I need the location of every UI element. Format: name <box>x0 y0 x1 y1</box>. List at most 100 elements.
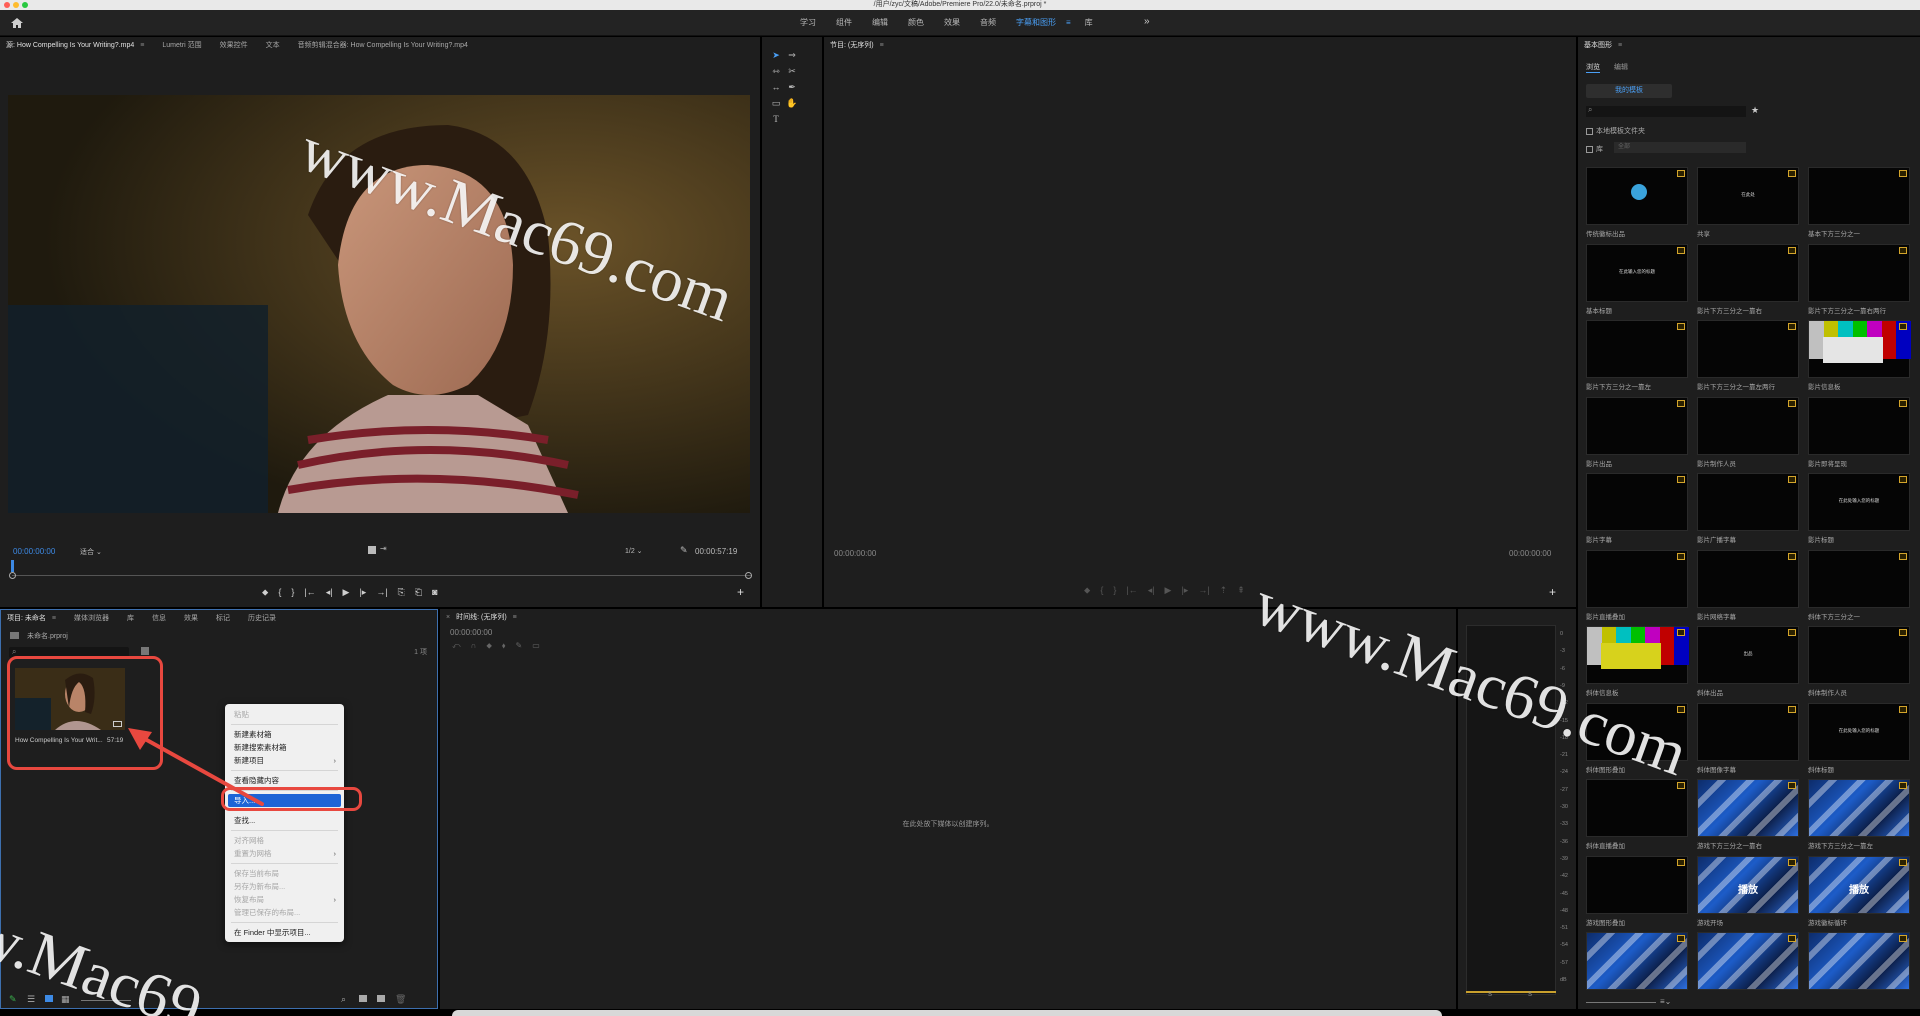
freeform-view-icon[interactable]: ▦ <box>61 994 70 1005</box>
template-thumbnail[interactable] <box>1697 779 1799 837</box>
template-thumbnail[interactable] <box>1697 243 1799 302</box>
panel-tab[interactable]: 效果控件 <box>220 40 248 50</box>
template-search-input[interactable]: ⌕ <box>1586 105 1746 117</box>
panel-tab[interactable]: 音频剪辑混合器: How Compelling Is Your Writing?… <box>298 40 468 50</box>
workspace-tab[interactable]: 学习 <box>790 10 826 36</box>
program-panel-menu-icon[interactable]: ≡ <box>880 42 884 49</box>
program-marker-button[interactable]: ⬥ <box>1084 585 1090 596</box>
graphics-panel-menu-icon[interactable]: ≡ <box>1618 42 1622 49</box>
captions-icon[interactable]: ▭ <box>532 641 540 651</box>
timeline-menu-icon[interactable]: ≡ <box>513 614 517 621</box>
panel-tab[interactable]: Lumetri 范围 <box>162 40 201 50</box>
dock[interactable] <box>452 1010 1442 1016</box>
icon-view-icon[interactable] <box>45 995 53 1002</box>
template-thumbnail[interactable] <box>1808 779 1910 837</box>
context-menu-item[interactable]: 在 Finder 中显示项目... <box>225 926 344 939</box>
template-thumbnail[interactable]: 播放 <box>1808 855 1910 914</box>
source-timecode-in[interactable]: 00:00:00:00 <box>13 547 55 556</box>
settings-icon[interactable] <box>368 546 376 554</box>
workspace-tab[interactable]: 字幕和图形 <box>1006 10 1066 36</box>
edit-tab[interactable]: 编辑 <box>1614 62 1628 73</box>
razor-tool-icon[interactable]: ✂ <box>786 65 798 77</box>
template-thumbnail[interactable] <box>1697 549 1799 608</box>
library-checkbox-row[interactable]: 库 <box>1586 144 1603 154</box>
template-thumbnail[interactable] <box>1586 167 1688 225</box>
template-thumbnail[interactable] <box>1808 626 1910 684</box>
panel-tab[interactable]: 效果 <box>184 613 198 623</box>
workspace-tab[interactable]: 编辑 <box>862 10 898 36</box>
timeline-wrench-icon[interactable]: ✎ <box>516 641 523 651</box>
mark-out-button[interactable]: } <box>291 587 294 598</box>
my-templates-tab[interactable]: 我的模板 <box>1586 84 1672 98</box>
source-scrubber[interactable] <box>12 575 752 576</box>
scrub-handle-left[interactable] <box>9 572 16 579</box>
meter-solo-right[interactable]: S <box>1528 992 1532 998</box>
program-add-button[interactable]: + <box>1549 585 1556 599</box>
zoom-slider[interactable] <box>81 1000 131 1001</box>
favorite-star-icon[interactable]: ★ <box>1751 105 1759 116</box>
step-back-button[interactable]: ◂| <box>326 587 333 598</box>
workspace-tab[interactable]: 颜色 <box>898 10 934 36</box>
template-thumbnail[interactable] <box>1808 932 1910 990</box>
type-tool-icon[interactable]: T <box>770 113 782 125</box>
playhead[interactable] <box>11 560 14 572</box>
panel-tab[interactable]: 库 <box>127 613 134 623</box>
workspace-tab[interactable]: 组件 <box>826 10 862 36</box>
go-to-in-button[interactable]: |← <box>304 587 315 598</box>
graphics-panel-title[interactable]: 基本图形 <box>1584 40 1612 50</box>
browse-tab[interactable]: 浏览 <box>1586 62 1600 73</box>
program-go-in-button[interactable]: |← <box>1126 585 1137 596</box>
program-step-forward-button[interactable]: |▸ <box>1181 585 1188 596</box>
local-folder-checkbox[interactable] <box>1586 127 1593 135</box>
template-thumbnail[interactable] <box>1697 702 1799 761</box>
template-thumbnail[interactable]: 出品 <box>1697 626 1799 684</box>
template-thumbnail[interactable] <box>1808 243 1910 302</box>
panel-tab[interactable]: 媒体浏览器 <box>74 613 109 623</box>
insert-icon[interactable]: ⇥ <box>380 544 387 553</box>
snap-icon[interactable]: ⤺ <box>452 641 461 651</box>
template-thumbnail[interactable] <box>1697 396 1799 455</box>
thumbnail-size-slider[interactable] <box>1586 1002 1656 1003</box>
ripple-edit-tool-icon[interactable]: ⇿ <box>770 65 782 77</box>
template-thumbnail[interactable]: 在此输入您的标题 <box>1586 243 1688 302</box>
template-thumbnail[interactable] <box>1586 396 1688 455</box>
program-tab-title[interactable]: 节目: (无序列) <box>830 40 874 50</box>
timeline-display-icon[interactable]: ⬧ <box>502 641 506 651</box>
timeline-close-icon[interactable]: × <box>446 614 450 621</box>
zoom-window-button[interactable] <box>22 2 28 8</box>
template-thumbnail[interactable] <box>1586 779 1688 837</box>
panel-tab[interactable]: 信息 <box>152 613 166 623</box>
play-button[interactable]: ▶ <box>343 587 350 598</box>
panel-tab[interactable]: 标记 <box>216 613 230 623</box>
template-thumbnail[interactable] <box>1808 167 1910 225</box>
library-select[interactable]: 全部 <box>1614 142 1746 153</box>
library-checkbox[interactable] <box>1586 145 1593 153</box>
template-thumbnail[interactable]: 在此处输入您的标题 <box>1808 702 1910 761</box>
extract-button[interactable]: ⇞ <box>1237 585 1245 596</box>
hand-tool-icon[interactable]: ✋ <box>786 97 798 109</box>
template-thumbnail[interactable] <box>1586 932 1688 990</box>
program-step-back-button[interactable]: ◂| <box>1148 585 1155 596</box>
mark-in-button[interactable]: { <box>278 587 281 598</box>
close-window-button[interactable] <box>4 2 10 8</box>
new-item-icon[interactable] <box>377 995 385 1002</box>
program-go-out-button[interactable]: →| <box>1198 585 1209 596</box>
program-timecode-in[interactable]: 00:00:00:00 <box>834 549 876 558</box>
program-out-button[interactable]: } <box>1113 585 1116 596</box>
workspace-tab[interactable]: 库 <box>1075 10 1103 36</box>
home-icon[interactable] <box>10 17 24 29</box>
fit-dropdown[interactable]: 适合 ⌄ <box>80 547 102 557</box>
template-thumbnail[interactable] <box>1586 626 1689 684</box>
more-workspaces-button[interactable]: » <box>1144 16 1150 27</box>
list-view-icon[interactable]: ☰ <box>27 994 35 1005</box>
go-to-out-button[interactable]: →| <box>376 587 387 598</box>
panel-tab[interactable]: 项目: 未命名 <box>7 613 46 623</box>
rectangle-tool-icon[interactable]: ▭ <box>770 97 782 109</box>
context-menu-item[interactable]: 查找... <box>225 814 344 827</box>
resolution-dropdown[interactable]: 1/2 ⌄ <box>625 547 643 555</box>
template-thumbnail[interactable]: 在此处输入您的标题 <box>1808 473 1910 531</box>
linked-selection-icon[interactable]: ∩ <box>471 641 477 651</box>
wrench-icon[interactable]: ✎ <box>680 545 688 556</box>
overwrite-button[interactable]: ⎗ <box>415 587 422 598</box>
trash-icon[interactable]: 🗑 <box>395 994 406 1005</box>
